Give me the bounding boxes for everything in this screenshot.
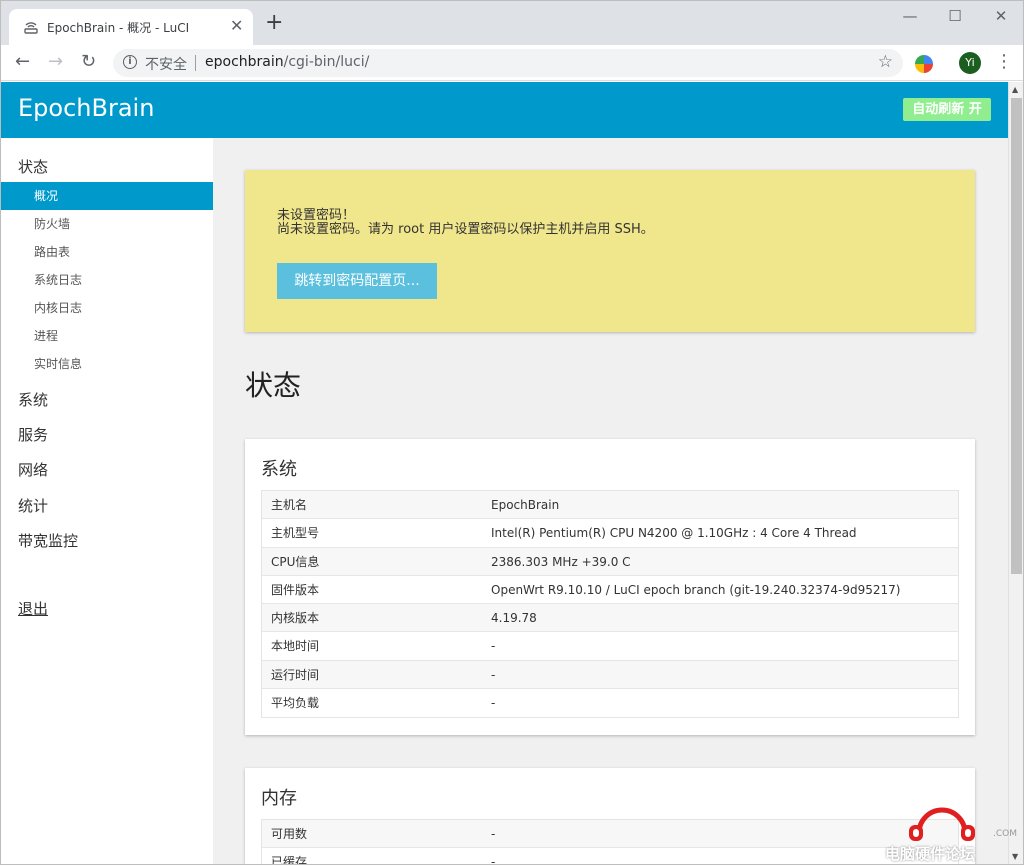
table-row: CPU信息 2386.303 MHz +39.0 C <box>262 547 958 576</box>
row-value: Intel(R) Pentium(R) CPU N4200 @ 1.10GHz … <box>491 526 857 541</box>
sidebar: 状态 概况 防火墙 路由表 系统日志 内核日志 进程 实时信息 系统 服务 网络… <box>1 138 213 864</box>
sidebar-item-firewall[interactable]: 防火墙 <box>1 210 213 238</box>
scroll-up-icon[interactable]: ▲ <box>1012 85 1018 94</box>
row-value: - <box>491 696 496 711</box>
row-value: - <box>491 667 496 682</box>
page-title: 状态 <box>245 369 302 402</box>
table-row: 运行时间 - <box>262 660 958 690</box>
alert-message: 尚未设置密码。请为 root 用户设置密码以保护主机并启用 SSH。 <box>277 222 654 237</box>
separator <box>195 55 196 71</box>
menu-status[interactable]: 状态 <box>18 156 48 177</box>
menu-system[interactable]: 系统 <box>18 389 48 410</box>
profile-avatar[interactable]: Yi <box>959 52 981 74</box>
router-icon <box>24 22 38 34</box>
tab-strip: EpochBrain - 概况 - LuCI ✕ + — ☐ ✕ <box>1 1 1023 45</box>
row-key: 可用数 <box>271 827 308 841</box>
luci-header: EpochBrain 自动刷新 开 <box>1 82 1008 138</box>
sidebar-item-routes[interactable]: 路由表 <box>1 238 213 266</box>
row-key: CPU信息 <box>271 554 320 569</box>
row-key: 固件版本 <box>271 582 320 597</box>
browser-menu-icon[interactable]: ⋮ <box>995 51 1013 73</box>
menu-bandwidth[interactable]: 带宽监控 <box>18 530 78 551</box>
password-alert: 未设置密码！ 尚未设置密码。请为 root 用户设置密码以保护主机并启用 SSH… <box>245 170 975 332</box>
minimize-icon[interactable]: — <box>887 5 933 27</box>
menu-services[interactable]: 服务 <box>18 424 48 445</box>
memory-card: 内存 可用数 - 已缓存 - <box>245 768 975 865</box>
tab-title: EpochBrain - 概况 - LuCI <box>47 21 190 35</box>
browser-toolbar: ← → ↻ i 不安全 epochbrain/cgi-bin/luci/ ☆ <box>1 45 1023 81</box>
sidebar-item-overview[interactable]: 概况 <box>1 182 213 210</box>
browser-tab[interactable]: EpochBrain - 概况 - LuCI ✕ <box>9 9 253 45</box>
row-key: 主机名 <box>271 498 308 512</box>
url-path: /cgi-bin/luci/ <box>283 54 370 70</box>
main-content: 未设置密码！ 尚未设置密码。请为 root 用户设置密码以保护主机并启用 SSH… <box>213 138 1008 865</box>
autorefresh-toggle[interactable]: 自动刷新 开 <box>903 98 991 121</box>
security-label: 不安全 <box>145 57 187 73</box>
tab-close-icon[interactable]: ✕ <box>230 17 243 35</box>
logout-link[interactable]: 退出 <box>18 598 48 619</box>
row-value: 4.19.78 <box>491 611 537 626</box>
back-icon[interactable]: ← <box>15 51 30 73</box>
system-table: 主机名 EpochBrain 主机型号 Intel(R) Pentium(R) CP… <box>261 490 959 719</box>
new-tab-icon[interactable]: + <box>265 12 283 34</box>
sidebar-item-realtime[interactable]: 实时信息 <box>1 350 213 378</box>
memory-title: 内存 <box>261 788 297 809</box>
url-text[interactable]: epochbrain/cgi-bin/luci/ <box>205 54 369 70</box>
sidebar-item-syslog[interactable]: 系统日志 <box>1 266 213 294</box>
system-title: 系统 <box>261 459 297 480</box>
row-key: 平均负载 <box>271 696 320 711</box>
menu-statistics[interactable]: 统计 <box>18 495 48 516</box>
table-row: 固件版本 OpenWrt R9.10.10 / LuCI epoch branch… <box>262 576 958 605</box>
close-window-icon[interactable]: ✕ <box>978 5 1023 27</box>
page-scrollbar[interactable]: ▲ ▼ <box>1008 82 1023 864</box>
row-value: - <box>491 639 496 654</box>
table-row: 可用数 - <box>262 820 958 849</box>
sidebar-item-kernellog[interactable]: 内核日志 <box>1 294 213 322</box>
bookmark-star-icon[interactable]: ☆ <box>878 52 893 72</box>
sidebar-item-processes[interactable]: 进程 <box>1 322 213 350</box>
row-key: 本地时间 <box>271 639 320 654</box>
watermark: .COM 电脑硬件论坛 <box>885 801 1021 863</box>
table-row: 内核版本 4.19.78 <box>262 604 958 633</box>
forward-icon[interactable]: → <box>48 51 63 73</box>
menu-network[interactable]: 网络 <box>18 459 48 480</box>
browser-window: EpochBrain - 概况 - LuCI ✕ + — ☐ ✕ ← → ↻ i… <box>0 0 1024 865</box>
table-row: 主机名 EpochBrain <box>262 491 958 520</box>
watermark-logo <box>909 807 975 841</box>
brand-title[interactable]: EpochBrain <box>18 94 154 122</box>
maximize-icon[interactable]: ☐ <box>932 5 978 27</box>
row-value: EpochBrain <box>491 498 560 512</box>
table-row: 主机型号 Intel(R) Pentium(R) CPU N4200 @ 1.10… <box>262 519 958 548</box>
watermark-domain: .COM <box>993 829 1017 839</box>
row-value: 2386.303 MHz +39.0 C <box>491 554 631 569</box>
watermark-text: 电脑硬件论坛 <box>885 845 976 863</box>
memory-table: 可用数 - 已缓存 - <box>261 819 959 865</box>
row-key: 已缓存 <box>271 855 308 865</box>
info-icon[interactable]: i <box>123 55 137 69</box>
row-value: OpenWrt R9.10.10 / LuCI epoch branch (gi… <box>491 582 901 597</box>
web-page: EpochBrain 自动刷新 开 状态 概况 防火墙 路由表 系统日志 内核日… <box>1 82 1008 865</box>
row-key: 运行时间 <box>271 667 320 682</box>
row-key: 主机型号 <box>271 526 320 541</box>
row-key: 内核版本 <box>271 611 320 626</box>
extension-icon[interactable] <box>915 55 933 73</box>
scroll-thumb[interactable] <box>1011 98 1022 574</box>
table-row: 平均负载 - <box>262 689 958 717</box>
table-row: 本地时间 - <box>262 632 958 661</box>
system-card: 系统 主机名 EpochBrain 主机型号 Intel(R) Pentium(R)… <box>245 439 975 735</box>
reload-icon[interactable]: ↻ <box>81 51 96 73</box>
go-password-button[interactable]: 跳转到密码配置页... <box>277 263 437 299</box>
table-row: 已缓存 - <box>262 848 958 865</box>
address-bar[interactable]: i 不安全 epochbrain/cgi-bin/luci/ ☆ <box>113 49 903 77</box>
url-host: epochbrain <box>205 54 284 70</box>
